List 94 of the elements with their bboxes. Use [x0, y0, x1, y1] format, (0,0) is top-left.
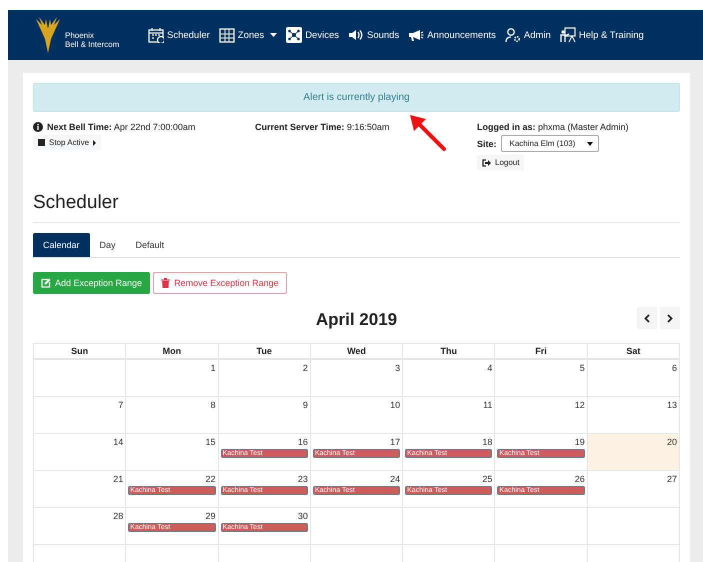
site-select[interactable]: Kachina Elm (103) [500, 135, 600, 152]
day-number: 20 [666, 437, 677, 447]
day-number: 19 [574, 437, 585, 447]
tab[interactable]: Day [90, 233, 126, 257]
page-heading: Scheduler [33, 192, 680, 223]
day-number: 5 [580, 363, 585, 373]
day-number: 30 [298, 511, 308, 521]
day-cell[interactable]: 1 [126, 360, 219, 397]
trash-icon [161, 278, 170, 288]
day-cell[interactable]: 14 [34, 434, 126, 471]
day-number: 23 [298, 474, 308, 484]
nav-link[interactable]: Scheduler [148, 27, 210, 43]
info-icon [33, 122, 43, 132]
previous-month-button[interactable] [637, 307, 657, 329]
day-cell[interactable]: 11 [403, 397, 496, 434]
day-number: 9 [302, 400, 308, 410]
day-cell[interactable]: 2 [218, 360, 311, 397]
nav-link[interactable]: Zones [218, 27, 278, 43]
day-number: 21 [113, 474, 124, 484]
day-number: 8 [210, 400, 216, 410]
day-number: 29 [206, 511, 216, 521]
day-number: 15 [206, 437, 216, 447]
speaker-icon [348, 27, 364, 43]
next-month-button[interactable] [660, 307, 680, 329]
day-number: 14 [113, 437, 124, 447]
calendar-icon [148, 27, 164, 43]
day-number: 2 [302, 363, 308, 373]
weekday-header: Wed [310, 344, 404, 360]
nav-link[interactable]: Announcements [408, 27, 496, 43]
chevron-right-icon [667, 314, 673, 322]
caret-icon [587, 142, 594, 146]
alert-banner: Alert is currently playing [33, 83, 680, 112]
day-cell[interactable]: 6 [588, 360, 680, 397]
day-cell[interactable]: 7 [34, 397, 126, 434]
day-number: 6 [672, 363, 677, 373]
nav-link[interactable]: Devices [286, 27, 339, 43]
day-cell[interactable]: 8 [126, 397, 219, 434]
day-cell[interactable]: 5 [495, 360, 588, 397]
nav-link[interactable]: Sounds [348, 27, 400, 43]
day-cell[interactable]: 3 [310, 360, 404, 397]
server-time: Current Server Time: 9:16:50am [255, 122, 390, 132]
day-number: 22 [206, 474, 216, 484]
day-cell[interactable]: 9 [218, 397, 311, 434]
caret-icon [93, 140, 96, 146]
day-number: 12 [574, 400, 585, 410]
day-number: 25 [482, 474, 492, 484]
day-number: 3 [395, 363, 400, 373]
weekday-header: Sat [588, 344, 680, 360]
logged-in-text: Logged in as: phxma (Master Admin) [477, 122, 629, 132]
day-cell[interactable]: 12 [495, 397, 588, 434]
day-number: 7 [118, 400, 124, 410]
arrow-annotation [408, 113, 448, 153]
teacher-icon [560, 27, 576, 43]
day-number: 13 [666, 400, 677, 410]
day-number: 10 [390, 400, 400, 410]
brand-subtitle: Bell & Intercom [65, 40, 120, 49]
day-number: 17 [390, 437, 400, 447]
calendar-title: April 2019 [316, 310, 398, 330]
sign-out-icon [482, 158, 491, 166]
user-gear-icon [504, 27, 521, 43]
tab[interactable]: Calendar [33, 233, 90, 257]
day-number: 26 [574, 474, 585, 484]
network-icon [286, 27, 302, 43]
day-cell[interactable]: 4 [403, 360, 496, 397]
day-cell[interactable]: 10 [310, 397, 404, 434]
logout-button[interactable]: Logout [477, 155, 524, 170]
day-number: 18 [482, 437, 492, 447]
day-number: 27 [666, 474, 677, 484]
day-number: 28 [113, 511, 124, 521]
tab[interactable]: Default [126, 233, 174, 257]
day-number: 24 [390, 474, 400, 484]
weekday-header: Mon [126, 344, 219, 360]
day-cell[interactable]: 15 [126, 434, 219, 471]
weekday-header: Fri [495, 344, 588, 360]
next-bell-time: Next Bell Time: Apr 22nd 7:00:00am [47, 122, 196, 132]
nav-link[interactable]: Help & Training [560, 27, 644, 43]
map-icon [218, 27, 235, 43]
day-number: 1 [210, 363, 216, 373]
site-label: Site: [477, 138, 497, 148]
chevron-left-icon [644, 314, 650, 322]
brand-name: Phoenix [65, 31, 95, 40]
weekday-header: Thu [403, 344, 496, 360]
day-number: 11 [483, 400, 492, 410]
day-number: 4 [487, 363, 492, 373]
day-cell[interactable]: 20 [588, 434, 680, 471]
weekday-header: Tue [218, 344, 311, 360]
megaphone-icon [408, 27, 424, 43]
day-number: 16 [298, 437, 308, 447]
remove-exception-button[interactable]: Remove Exception Range [153, 272, 287, 294]
nav-link[interactable]: Admin [504, 27, 551, 43]
day-cell[interactable]: 21 [34, 471, 126, 508]
stop-icon [38, 139, 45, 146]
edit-icon [41, 278, 51, 288]
stop-active-button[interactable]: Stop Active [33, 135, 102, 150]
